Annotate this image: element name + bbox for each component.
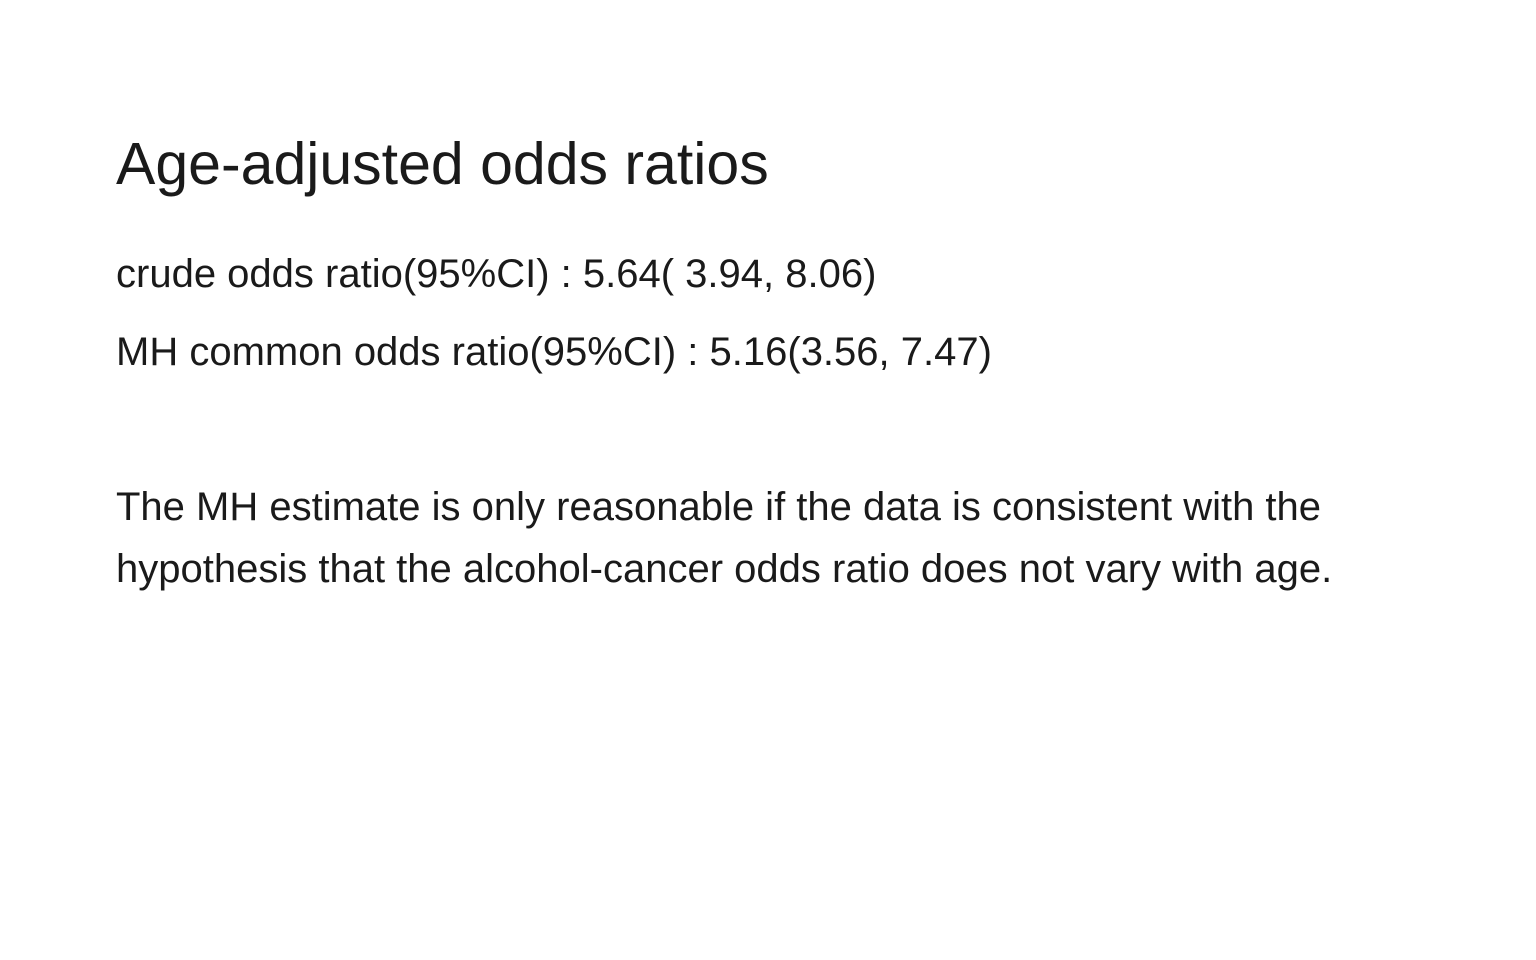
slide: Age-adjusted odds ratios crude odds rati… [0,0,1536,960]
explanation-line-2: hypothesis that the alcohol-cancer odds … [116,547,1333,591]
slide-title: Age-adjusted odds ratios [116,131,769,197]
crude-odds-ratio-line: crude odds ratio(95%CI) : 5.64( 3.94, 8.… [116,252,877,296]
mh-odds-ratio-line: MH common odds ratio(95%CI) : 5.16(3.56,… [116,330,992,374]
explanation-paragraph: The MH estimate is only reasonable if th… [116,476,1436,600]
explanation-line-1: The MH estimate is only reasonable if th… [116,485,1322,529]
